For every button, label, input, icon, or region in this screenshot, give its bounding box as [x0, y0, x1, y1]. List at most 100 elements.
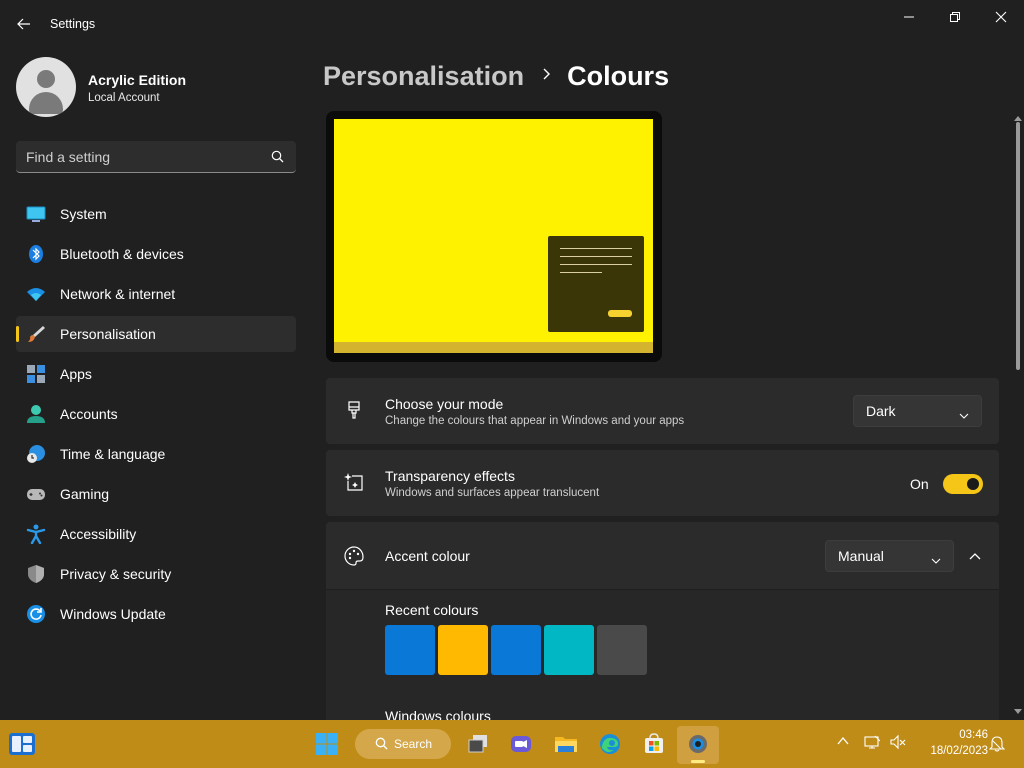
clock-time[interactable]: 03:46: [948, 729, 988, 741]
system-icon: [26, 204, 46, 224]
scrollbar[interactable]: [1012, 108, 1024, 720]
search-box[interactable]: [16, 141, 296, 173]
sidebar-item-windows-update[interactable]: Windows Update: [16, 596, 296, 632]
colour-swatch[interactable]: [544, 625, 594, 675]
taskbar: Search 03:46 18/02/2023: [0, 720, 1024, 768]
mode-subtitle: Change the colours that appear in Window…: [385, 415, 685, 427]
shield-icon: [26, 564, 46, 584]
sidebar-item-label: Network & internet: [60, 286, 176, 302]
colour-swatch[interactable]: [438, 625, 488, 675]
search-icon: [375, 737, 388, 755]
sparkle-window-icon: [344, 472, 364, 492]
page-title: Colours: [567, 60, 670, 91]
search-icon[interactable]: [271, 150, 284, 168]
sidebar-item-label: Accessibility: [60, 526, 137, 542]
network-monitor-icon[interactable]: [864, 734, 881, 755]
sidebar-item-time-language[interactable]: Time & language: [16, 436, 296, 472]
accessibility-icon: [26, 524, 46, 545]
restore-icon[interactable]: [941, 6, 969, 28]
sidebar-item-label: Apps: [60, 366, 92, 382]
file-explorer-icon[interactable]: [550, 728, 582, 760]
bluetooth-icon: [26, 244, 46, 264]
sidebar-item-gaming[interactable]: Gaming: [16, 476, 296, 512]
teams-chat-icon[interactable]: [505, 728, 537, 760]
taskbar-search[interactable]: Search: [355, 729, 451, 759]
breadcrumb-parent[interactable]: Personalisation: [323, 61, 524, 92]
sidebar-item-label: Windows Update: [60, 606, 166, 622]
mode-card: Choose your mode Change the colours that…: [326, 378, 999, 444]
accent-title: Accent colour: [385, 548, 470, 564]
accent-card: Accent colour Manual: [326, 522, 999, 589]
transparency-title: Transparency effects: [385, 468, 515, 484]
sidebar-item-accessibility[interactable]: Accessibility: [16, 516, 296, 552]
sidebar-item-label: Personalisation: [60, 326, 156, 342]
sidebar-item-label: Gaming: [60, 486, 110, 502]
taskbar-search-label: Search: [394, 737, 433, 751]
store-icon[interactable]: [638, 728, 670, 760]
minimize-icon[interactable]: [895, 6, 923, 28]
apps-icon: [26, 364, 46, 384]
sidebar-item-personalisation[interactable]: Personalisation: [16, 316, 296, 352]
app-title: Settings: [50, 17, 96, 31]
accent-dropdown[interactable]: Manual: [825, 540, 954, 572]
preview-taskbar: [334, 342, 653, 353]
mode-value: Dark: [866, 403, 896, 419]
sidebar-item-network[interactable]: Network & internet: [16, 276, 296, 312]
widgets-icon[interactable]: [8, 730, 36, 758]
toggle-state-label: On: [910, 476, 929, 492]
sidebar-item-label: System: [60, 206, 107, 222]
back-arrow-icon[interactable]: [12, 12, 36, 36]
close-icon[interactable]: [987, 6, 1015, 28]
mode-title: Choose your mode: [385, 396, 504, 412]
colour-swatch[interactable]: [597, 625, 647, 675]
transparency-card: Transparency effects Windows and surface…: [326, 450, 999, 516]
search-input[interactable]: [26, 147, 266, 167]
clock-date[interactable]: 18/02/2023: [916, 745, 988, 757]
brush-mode-icon: [344, 400, 364, 420]
account-type: Local Account: [88, 92, 160, 104]
colour-swatch[interactable]: [385, 625, 435, 675]
palette-icon: [344, 546, 364, 566]
task-view-icon[interactable]: [462, 728, 494, 760]
start-icon[interactable]: [311, 728, 343, 760]
theme-preview: [326, 111, 662, 362]
mode-dropdown[interactable]: Dark: [853, 395, 982, 427]
title-bar: Settings: [0, 0, 1024, 48]
scroll-down-icon[interactable]: [1014, 702, 1022, 720]
chevron-down-icon: [931, 552, 941, 570]
chevron-right-icon: [542, 67, 551, 86]
colour-swatch[interactable]: [491, 625, 541, 675]
recent-colours-list: [385, 625, 647, 675]
user-name: Acrylic Edition: [88, 72, 187, 88]
chevron-up-icon[interactable]: [836, 734, 850, 753]
sidebar-item-accounts[interactable]: Accounts: [16, 396, 296, 432]
transparency-toggle[interactable]: [943, 474, 983, 494]
chevron-down-icon: [959, 407, 969, 425]
volume-muted-icon[interactable]: [890, 734, 906, 755]
avatar[interactable]: [16, 57, 76, 117]
breadcrumb: Personalisation Colours: [323, 58, 669, 94]
sidebar-item-label: Privacy & security: [60, 566, 172, 582]
collapse-button[interactable]: [961, 542, 989, 570]
update-icon: [26, 604, 46, 624]
wifi-icon: [26, 284, 46, 304]
sidebar-item-bluetooth[interactable]: Bluetooth & devices: [16, 236, 296, 272]
notification-bell-icon[interactable]: [988, 736, 1006, 757]
sidebar-item-system[interactable]: System: [16, 196, 296, 232]
sidebar-item-privacy[interactable]: Privacy & security: [16, 556, 296, 592]
scrollbar-thumb[interactable]: [1016, 122, 1020, 370]
settings-app-icon[interactable]: [682, 728, 714, 760]
person-icon: [26, 404, 46, 424]
transparency-subtitle: Windows and surfaces appear translucent: [385, 487, 600, 499]
edge-browser-icon[interactable]: [594, 728, 626, 760]
active-app-indicator: [691, 760, 705, 763]
accent-value: Manual: [838, 548, 884, 564]
accent-expanded-panel: Recent colours Windows colours: [326, 589, 999, 724]
globe-clock-icon: [26, 444, 46, 464]
sidebar-item-label: Bluetooth & devices: [60, 246, 184, 262]
gamepad-icon: [26, 484, 46, 504]
sidebar-item-apps[interactable]: Apps: [16, 356, 296, 392]
recent-colours-label: Recent colours: [385, 602, 479, 618]
sidebar-item-label: Accounts: [60, 406, 118, 422]
chevron-up-icon: [969, 547, 981, 565]
